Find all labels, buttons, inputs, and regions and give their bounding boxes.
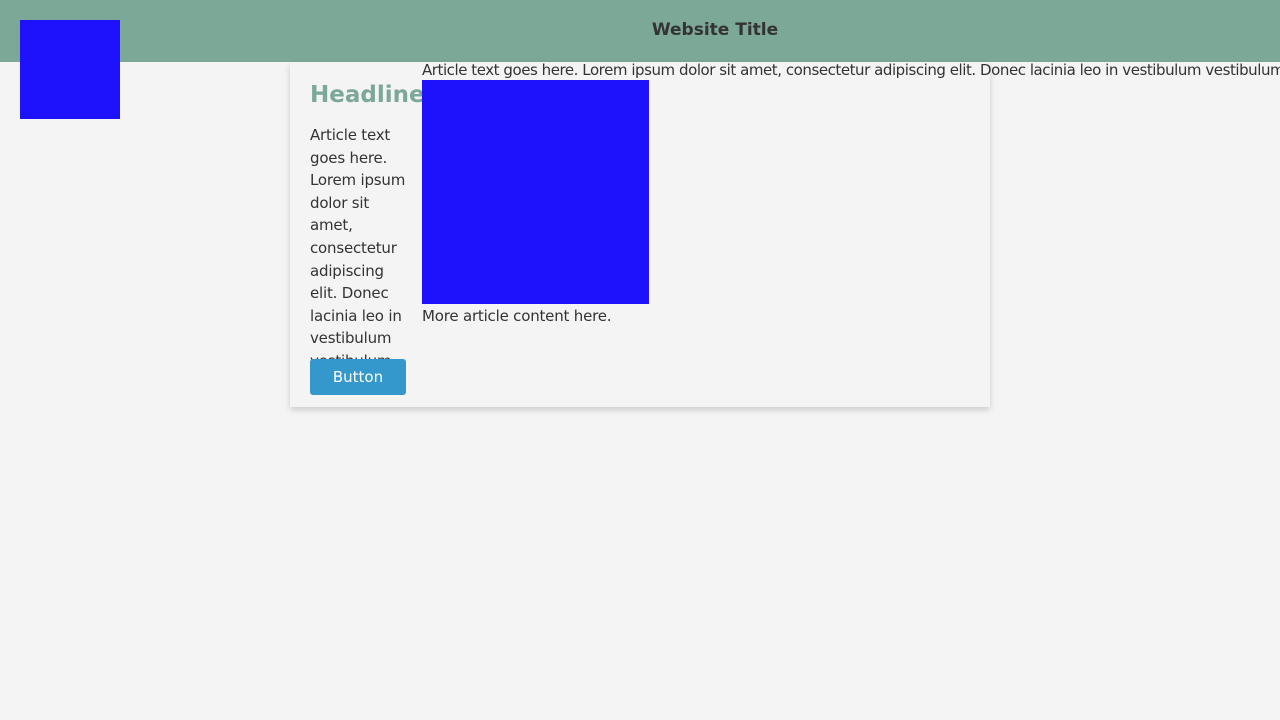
site-title: Website Title bbox=[651, 20, 779, 40]
card-headline: Headline bbox=[310, 82, 425, 108]
logo-image[interactable] bbox=[20, 20, 120, 119]
article-text: Article text goes here. Lorem ipsum dolo… bbox=[422, 61, 1280, 79]
article-image bbox=[422, 80, 649, 304]
more-article-text: More article content here. bbox=[422, 307, 612, 325]
card-text: Article text goes here. Lorem ipsum dolo… bbox=[310, 126, 406, 370]
card-button[interactable]: Button bbox=[310, 359, 406, 395]
